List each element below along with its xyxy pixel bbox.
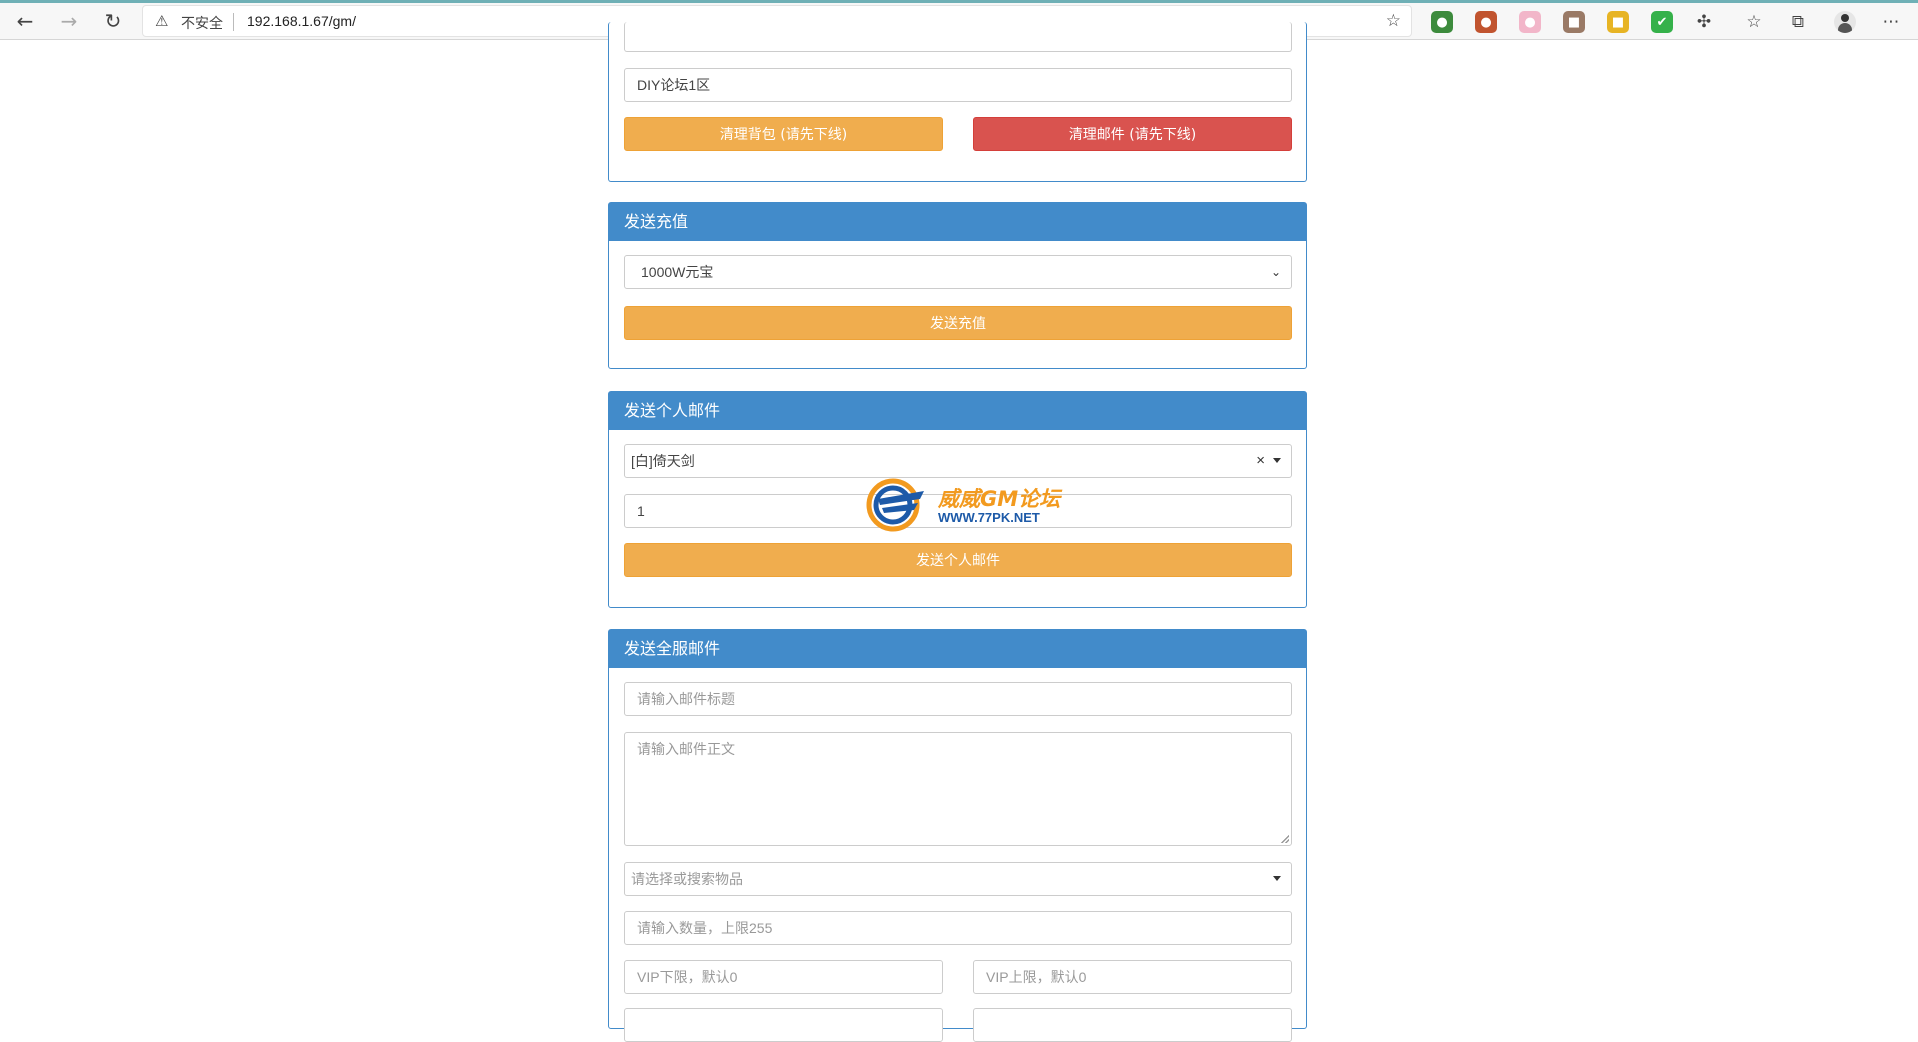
back-icon[interactable]: ← (10, 7, 40, 35)
item-select-value: [白]倚天剑 (631, 453, 695, 469)
server-mail-panel-title: 发送全服邮件 (609, 630, 1306, 668)
clear-selection-icon[interactable]: × (1256, 445, 1265, 477)
profile-avatar-icon[interactable] (1832, 9, 1858, 35)
ext-book-icon[interactable]: ■ (1563, 11, 1585, 33)
mail-item-select[interactable]: 请选择或搜索物品 (624, 862, 1292, 896)
ext-pink-icon[interactable]: ● (1519, 11, 1541, 33)
item-select[interactable]: [白]倚天剑 × (624, 444, 1292, 478)
url-text[interactable]: 192.168.1.67/gm/ (247, 13, 356, 29)
mail-body-placeholder: 请输入邮件正文 (637, 741, 735, 757)
security-label: 不安全 (181, 16, 223, 32)
refresh-icon[interactable]: ↻ (98, 7, 128, 35)
resize-handle-icon[interactable] (1281, 835, 1289, 843)
send-recharge-button[interactable]: 发送充值 (624, 306, 1292, 340)
ext-folder-icon[interactable]: ■ (1607, 11, 1629, 33)
warning-icon: ⚠ (155, 12, 169, 30)
chevron-down-icon: ⌄ (1270, 265, 1281, 279)
recharge-panel-title: 发送充值 (609, 203, 1306, 241)
collections-icon[interactable]: ⧉ (1785, 9, 1811, 35)
extensions-puzzle-icon[interactable]: ✣ (1691, 9, 1717, 35)
recharge-select[interactable]: 1000W元宝 ⌄ (624, 255, 1292, 289)
watermark-url: WWW.77PK.NET (938, 510, 1040, 525)
add-favorite-icon[interactable]: ☆ (1386, 11, 1401, 31)
watermark-logo-icon (866, 478, 924, 532)
caret-down-icon (1273, 876, 1281, 881)
top-field-partial[interactable] (624, 22, 1292, 52)
top-panel: DIY论坛1区 清理背包 (请先下线) 清理邮件 (请先下线) (608, 22, 1307, 182)
recharge-select-value: 1000W元宝 (641, 264, 714, 280)
clear-bag-button[interactable]: 清理背包 (请先下线) (624, 117, 943, 151)
caret-down-icon (1273, 458, 1281, 463)
more-options-icon[interactable]: ⋯ (1878, 9, 1904, 35)
forum-watermark: 威威GM论坛 WWW.77PK.NET (866, 477, 1066, 533)
recharge-panel: 发送充值 1000W元宝 ⌄ 发送充值 (608, 202, 1307, 369)
mail-subject-input[interactable]: 请输入邮件标题 (624, 682, 1292, 716)
send-personal-mail-button[interactable]: 发送个人邮件 (624, 543, 1292, 577)
address-divider (233, 13, 234, 31)
mail-body-textarea[interactable]: 请输入邮件正文 (624, 732, 1292, 846)
mail-quantity-input[interactable]: 请输入数量，上限255 (624, 911, 1292, 945)
forward-icon[interactable]: → (54, 7, 84, 35)
personal-mail-panel-title: 发送个人邮件 (609, 392, 1306, 430)
ext-green-icon[interactable]: ● (1431, 11, 1453, 33)
server-mail-panel: 发送全服邮件 请输入邮件标题 请输入邮件正文 请选择或搜索物品 请输入数量，上限… (608, 629, 1307, 1042)
ext-fox-icon[interactable]: ● (1475, 11, 1497, 33)
next-field-right-partial[interactable] (973, 1008, 1292, 1042)
favorites-icon[interactable]: ☆ (1741, 9, 1767, 35)
mail-item-placeholder: 请选择或搜索物品 (631, 871, 743, 887)
server-field[interactable]: DIY论坛1区 (624, 68, 1292, 102)
watermark-title: 威威GM论坛 (938, 487, 1061, 511)
vip-min-input[interactable]: VIP下限，默认0 (624, 960, 943, 994)
ext-shield-icon[interactable]: ✔ (1651, 11, 1673, 33)
next-field-left-partial[interactable] (624, 1008, 943, 1042)
vip-max-input[interactable]: VIP上限，默认0 (973, 960, 1292, 994)
clear-mail-button[interactable]: 清理邮件 (请先下线) (973, 117, 1292, 151)
